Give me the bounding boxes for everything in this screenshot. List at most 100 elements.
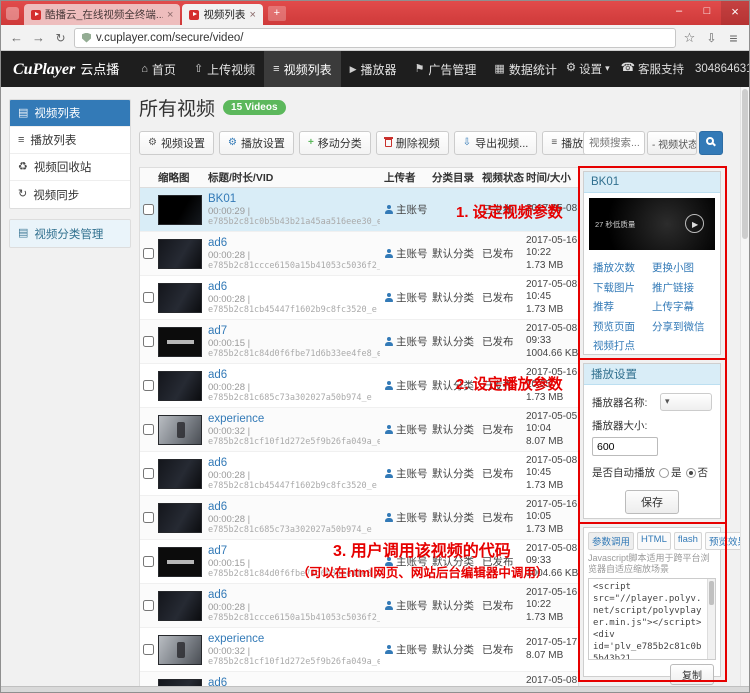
row-checkbox[interactable]: [142, 424, 154, 435]
settings-menu[interactable]: 设置: [566, 61, 610, 77]
tab-close-icon[interactable]: ×: [249, 9, 255, 20]
code-scrollbar[interactable]: [707, 579, 715, 659]
browser-menu-icon[interactable]: [725, 29, 742, 47]
code-tab[interactable]: 参数调用: [588, 532, 635, 550]
row-checkbox[interactable]: [142, 468, 154, 479]
page-scrollbar[interactable]: [740, 87, 749, 686]
copy-button[interactable]: 复制: [670, 664, 714, 685]
video-title-link[interactable]: experience: [208, 633, 380, 646]
video-action-link[interactable]: 推荐: [593, 299, 652, 314]
toolbar-button[interactable]: 播放设置: [218, 131, 294, 155]
table-row[interactable]: ad6 00:00:28 | e785b2c81cb45447f1602b9c8…: [140, 276, 578, 320]
header-uploader[interactable]: 上传者: [382, 170, 430, 185]
table-row[interactable]: ad6 00:00:28 | e785b2c81ccce6150a15b4105…: [140, 232, 578, 276]
code-tab[interactable]: flash: [673, 532, 702, 550]
minimize-button[interactable]: [665, 1, 693, 25]
video-thumbnail[interactable]: [158, 546, 202, 577]
video-title-link[interactable]: ad6: [208, 677, 380, 687]
video-thumbnail[interactable]: [158, 458, 202, 489]
browser-tab[interactable]: 视频列表 ×: [182, 4, 263, 25]
video-action-link[interactable]: 视频打点: [593, 338, 652, 353]
sidebar-item[interactable]: 视频回收站: [10, 154, 130, 181]
video-action-link[interactable]: 更换小图: [652, 260, 711, 275]
header-category[interactable]: 分类目录: [430, 170, 480, 185]
reload-button[interactable]: [52, 29, 69, 47]
sidebar-item[interactable]: 视频同步: [10, 181, 130, 208]
status-filter-select[interactable]: - 视频状态 -: [647, 131, 697, 155]
player-name-select[interactable]: [660, 393, 712, 411]
row-checkbox[interactable]: [142, 556, 154, 567]
nav-item[interactable]: 视频列表: [264, 51, 341, 87]
nav-item[interactable]: 上传视频: [185, 51, 264, 87]
video-title-link[interactable]: BK01: [208, 193, 380, 206]
nav-item[interactable]: 首页: [132, 51, 185, 87]
account-email[interactable]: 3048646311@qq...: [695, 63, 749, 75]
video-action-link[interactable]: 上传字幕: [652, 299, 711, 314]
header-status[interactable]: 视频状态: [480, 170, 524, 185]
header-time-size[interactable]: 时间/大小: [524, 170, 578, 185]
table-row[interactable]: ad6 00:00:28 | e785b2c81cb45447f1602b9c8…: [140, 452, 578, 496]
maximize-button[interactable]: [693, 1, 721, 25]
nav-item[interactable]: 播放器: [341, 51, 406, 87]
table-row[interactable]: ad7 00:00:15 | e785b2c81c84d0f6fbe71d6b3…: [140, 320, 578, 364]
row-checkbox[interactable]: [142, 336, 154, 347]
search-input[interactable]: [583, 131, 645, 155]
url-field[interactable]: v.cuplayer.com/secure/video/: [74, 27, 676, 48]
row-checkbox[interactable]: [142, 512, 154, 523]
sidebar-item[interactable]: 播放列表: [10, 127, 130, 154]
table-row[interactable]: ad6 00:00:28 | e785b2c81c685c73a302027a5…: [140, 496, 578, 540]
forward-button[interactable]: [30, 29, 47, 47]
table-row[interactable]: experience 00:00:32 | e785b2c81cf10f1d27…: [140, 628, 578, 672]
toolbar-button[interactable]: 移动分类: [298, 131, 371, 155]
video-thumbnail[interactable]: [158, 502, 202, 533]
tab-close-icon[interactable]: ×: [167, 9, 173, 20]
video-action-link[interactable]: 播放次数: [593, 260, 652, 275]
sidebar-item[interactable]: 视频列表: [10, 100, 130, 127]
back-button[interactable]: [8, 29, 25, 47]
table-row[interactable]: ad7 00:00:15 | e785b2c81c84d0f6fbe71d6b3…: [140, 540, 578, 584]
video-thumbnail[interactable]: [158, 414, 202, 445]
table-row[interactable]: ad6 00:00:28 | e785b2c81ccce6150a15b4105…: [140, 584, 578, 628]
row-checkbox[interactable]: [142, 600, 154, 611]
video-title-link[interactable]: experience: [208, 413, 380, 426]
player-size-input[interactable]: [592, 437, 658, 456]
search-button[interactable]: [699, 131, 723, 155]
row-checkbox[interactable]: [142, 292, 154, 303]
video-thumbnail[interactable]: [158, 238, 202, 269]
video-thumbnail[interactable]: [158, 590, 202, 621]
browser-tab[interactable]: 酷播云_在线视频全终端... ×: [24, 4, 181, 25]
toolbar-button[interactable]: 导出视频...: [453, 131, 538, 155]
video-preview[interactable]: 27 秒低质量: [589, 198, 715, 250]
nav-item[interactable]: 广告管理: [406, 51, 486, 87]
video-action-link[interactable]: 下载图片: [593, 280, 652, 295]
video-title-link[interactable]: ad6: [208, 369, 380, 382]
support-link[interactable]: 客服支持: [621, 61, 684, 77]
video-thumbnail[interactable]: [158, 194, 202, 225]
embed-code-box[interactable]: <script src="//player.polyv.net/script/p…: [588, 578, 716, 660]
bookmark-star-icon[interactable]: [681, 29, 698, 47]
play-icon[interactable]: [685, 214, 704, 233]
page-scrollbar-thumb[interactable]: [742, 89, 748, 239]
video-title-link[interactable]: ad6: [208, 589, 380, 602]
brand-logo[interactable]: CuPlayer 云点播: [1, 59, 132, 79]
header-title[interactable]: 标题/时长/VID: [206, 170, 382, 185]
video-action-link[interactable]: 分享到微信: [652, 319, 711, 334]
downloads-icon[interactable]: [703, 29, 720, 47]
table-row[interactable]: ad6 00:00:28 | e785b2c81c685c73a302027a5…: [140, 364, 578, 408]
header-thumbnail[interactable]: 缩略图: [156, 170, 206, 185]
code-scrollbar-thumb[interactable]: [709, 581, 714, 605]
code-tab[interactable]: HTML: [637, 532, 671, 550]
video-thumbnail[interactable]: [158, 634, 202, 665]
video-title-link[interactable]: ad7: [208, 325, 380, 338]
video-title-link[interactable]: ad6: [208, 501, 380, 514]
video-action-link[interactable]: 推广链接: [652, 280, 711, 295]
sidebar-item-category-manage[interactable]: 视频分类管理: [10, 220, 130, 247]
row-checkbox[interactable]: [142, 644, 154, 655]
table-row[interactable]: ad6 00:00:28 | e785b2c81cb45447f1602b9c8…: [140, 672, 578, 686]
save-button[interactable]: 保存: [625, 490, 679, 514]
table-row[interactable]: BK01 00:00:29 | e785b2c81c0b5b43b21a45aa…: [140, 188, 578, 232]
video-action-link[interactable]: 预览页面: [593, 319, 652, 334]
row-checkbox[interactable]: [142, 204, 154, 215]
video-thumbnail[interactable]: [158, 326, 202, 357]
video-thumbnail[interactable]: [158, 282, 202, 313]
